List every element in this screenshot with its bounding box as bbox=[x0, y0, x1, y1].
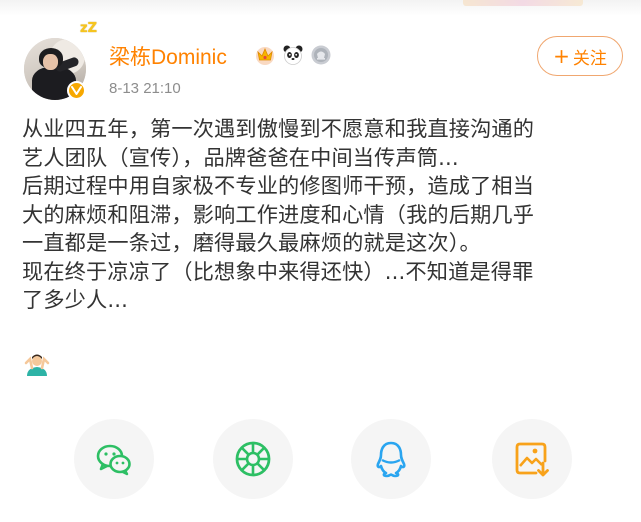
user-badges bbox=[254, 44, 332, 66]
username[interactable]: 梁栋Dominic bbox=[109, 41, 227, 71]
medal-badge-icon[interactable] bbox=[310, 44, 332, 66]
post-line: 一直都是一条过，磨得最久最麻烦的就是这次）。 bbox=[22, 230, 481, 255]
avatar[interactable]: zZ bbox=[24, 22, 97, 100]
post-line: 后期过程中用自家极不专业的修图师干预，造成了相当 bbox=[22, 173, 535, 198]
post-line: 艺人团队（宣传），品牌爸爸在中间当传声筒... bbox=[22, 144, 459, 170]
panda-badge-icon[interactable] bbox=[282, 44, 304, 66]
post-timestamp: 8-13 21:10 bbox=[109, 80, 181, 97]
person-shrugging-icon bbox=[24, 351, 50, 377]
follow-button[interactable]: + 关注 bbox=[537, 36, 623, 76]
plus-icon: + bbox=[553, 44, 570, 68]
wechat-icon bbox=[96, 444, 131, 476]
share-qq-button[interactable] bbox=[351, 419, 431, 499]
verified-badge-icon bbox=[67, 81, 86, 100]
share-save-image-button[interactable] bbox=[492, 419, 572, 499]
wechat-moments-icon bbox=[235, 441, 271, 477]
follow-button-label: 关注 bbox=[572, 48, 607, 69]
crown-badge-icon[interactable] bbox=[254, 44, 276, 66]
post-line: 大的麻烦和阻滞，影响工作进度和心情（我的后期几乎 bbox=[22, 201, 535, 227]
post-text: 从业四五年，第一次遇到傲慢到不愿意和我直接沟通的 艺人团队（宣传），品牌爸爸在中… bbox=[22, 115, 622, 315]
sleep-status-icon: zZ bbox=[80, 21, 97, 36]
previous-content-scrap bbox=[463, 0, 583, 6]
share-moments-button[interactable] bbox=[213, 419, 293, 499]
qq-icon bbox=[376, 441, 406, 478]
share-wechat-button[interactable] bbox=[74, 419, 154, 499]
post-line: 了多少人... bbox=[22, 287, 129, 312]
post-line: 从业四五年，第一次遇到傲慢到不愿意和我直接沟通的 bbox=[22, 116, 535, 141]
top-fade bbox=[0, 0, 641, 16]
save-image-icon bbox=[515, 442, 549, 477]
post-line: 现在终于凉凉了（比想象中来得还快）...不知道是得罪 bbox=[22, 258, 534, 284]
